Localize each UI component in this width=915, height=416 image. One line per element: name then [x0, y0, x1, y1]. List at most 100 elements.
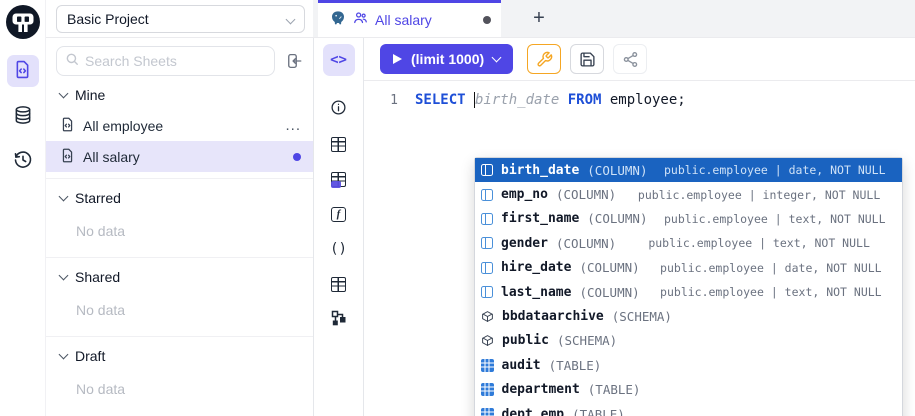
autocomplete-item[interactable]: dept_emp (TABLE) — [475, 402, 902, 416]
autocomplete-item[interactable]: audit (TABLE) — [475, 353, 902, 377]
item-kind: (TABLE) — [549, 358, 602, 373]
sql-keyword-select: SELECT — [415, 92, 466, 108]
sheet-item-all-salary[interactable]: All salary — [46, 141, 313, 172]
section-header-mine[interactable]: Mine — [46, 76, 313, 110]
section-header-starred[interactable]: Starred — [46, 179, 313, 213]
sheet-item-label: All salary — [83, 149, 285, 165]
chevron-down-icon — [59, 350, 69, 360]
rail-sheets-button[interactable] — [7, 55, 39, 87]
item-detail: public.employee | text, NOT NULL — [648, 285, 894, 299]
chevron-down-icon — [286, 14, 296, 24]
item-kind: (COLUMN) — [587, 163, 647, 178]
tab-all-salary[interactable]: All salary — [318, 0, 501, 37]
line-number: 1 — [364, 93, 398, 108]
item-name: emp_no — [501, 187, 548, 202]
function-icon: f — [331, 207, 346, 222]
parentheses-icon: () — [330, 241, 347, 257]
item-name: public — [502, 333, 549, 348]
schema-icon — [481, 310, 494, 323]
app-rail — [0, 0, 46, 416]
rail-database-button[interactable] — [7, 100, 39, 132]
column-icon — [481, 237, 493, 249]
code-icon: <> — [330, 52, 347, 68]
item-name: hire_date — [501, 260, 571, 275]
sheet-tree: Mine All employee ... — [46, 76, 313, 409]
tool-function-button[interactable]: f — [323, 198, 355, 230]
autocomplete-item[interactable]: gender (COLUMN) public.employee | text, … — [475, 231, 902, 255]
item-kind: (COLUMN) — [587, 211, 647, 226]
rail-history-button[interactable] — [7, 145, 39, 177]
section-header-draft[interactable]: Draft — [46, 337, 313, 371]
section-label: Mine — [75, 87, 105, 103]
autocomplete-item[interactable]: public (SCHEMA) — [475, 329, 902, 353]
schema-icon — [481, 334, 494, 347]
unsaved-dot-indicator — [293, 153, 301, 161]
save-button[interactable] — [570, 44, 604, 74]
sheet-item-label: All employee — [83, 118, 277, 134]
item-kind: (COLUMN) — [556, 236, 616, 251]
shared-users-icon — [353, 10, 368, 30]
item-kind: (COLUMN) — [556, 187, 616, 202]
project-select[interactable]: Basic Project — [56, 5, 305, 33]
app-logo[interactable] — [4, 3, 42, 41]
tool-data-table-button[interactable] — [323, 163, 355, 195]
info-icon — [330, 99, 347, 119]
autocomplete-item[interactable]: birth_date (COLUMN) public.employee | da… — [475, 158, 902, 182]
sheet-file-icon — [60, 148, 75, 166]
sidebar-body: Mine All employee ... — [46, 38, 313, 409]
format-wrench-button[interactable] — [527, 44, 561, 74]
autocomplete-item[interactable]: first_name (COLUMN) public.employee | te… — [475, 207, 902, 231]
column-icon — [481, 262, 493, 274]
sidebar: Basic Project — [46, 0, 314, 416]
chevron-down-icon — [59, 89, 69, 99]
item-kind: (COLUMN) — [579, 285, 639, 300]
item-name: department — [502, 382, 580, 397]
tool-table2-button[interactable] — [323, 268, 355, 300]
new-tab-button[interactable]: + — [519, 0, 559, 37]
tool-info-button[interactable] — [323, 93, 355, 125]
play-icon — [393, 54, 402, 64]
item-detail: public.employee | integer, NOT NULL — [624, 188, 894, 202]
column-icon — [481, 164, 493, 176]
run-query-button[interactable]: (limit 1000) — [380, 44, 513, 74]
sheet-item-all-employee[interactable]: All employee ... — [46, 110, 313, 141]
share-button[interactable] — [613, 44, 647, 74]
search-input[interactable] — [85, 53, 266, 69]
sql-editor[interactable]: 1 SELECTbirth_dateFROMemployee; birth_da… — [364, 81, 915, 416]
search-row — [46, 46, 313, 76]
tab-label: All salary — [375, 12, 476, 28]
search-box[interactable] — [56, 46, 275, 76]
empty-state-text: No data — [46, 213, 313, 251]
item-name: first_name — [501, 211, 579, 226]
sql-keyword-from: FROM — [568, 92, 602, 108]
tool-parentheses-button[interactable]: () — [323, 233, 355, 265]
item-kind: (TABLE) — [588, 382, 641, 397]
table-icon — [481, 408, 494, 416]
item-kind: (TABLE) — [572, 407, 625, 416]
tool-editor-button[interactable]: <> — [323, 44, 355, 76]
item-name: last_name — [501, 285, 571, 300]
autocomplete-popup: birth_date (COLUMN) public.employee | da… — [474, 157, 903, 416]
collapse-sidebar-button[interactable] — [281, 48, 307, 74]
table-icon — [331, 277, 346, 292]
run-button-label: (limit 1000) — [411, 51, 484, 67]
tool-table-button[interactable] — [323, 128, 355, 160]
editor-toolbar: (limit 1000) — [364, 38, 915, 81]
autocomplete-item[interactable]: emp_no (COLUMN) public.employee | intege… — [475, 182, 902, 206]
more-menu-icon[interactable]: ... — [285, 117, 301, 134]
autocomplete-item[interactable]: department (TABLE) — [475, 378, 902, 402]
section-label: Shared — [75, 269, 120, 285]
project-select-value: Basic Project — [67, 11, 287, 27]
section-label: Draft — [75, 348, 105, 364]
section-header-shared[interactable]: Shared — [46, 258, 313, 292]
chevron-down-icon — [492, 52, 502, 62]
autocomplete-item[interactable]: last_name (COLUMN) public.employee | tex… — [475, 280, 902, 304]
sidebar-header: Basic Project — [46, 0, 313, 38]
table-icon — [331, 137, 346, 152]
flow-diagram-icon — [331, 310, 347, 329]
item-detail: public.employee | text, NOT NULL — [656, 212, 895, 226]
autocomplete-item[interactable]: bbdataarchive (SCHEMA) — [475, 304, 902, 328]
tool-schema-diagram-button[interactable] — [323, 303, 355, 335]
autocomplete-item[interactable]: hire_date (COLUMN) public.employee | dat… — [475, 256, 902, 280]
table-data-icon — [331, 172, 346, 187]
